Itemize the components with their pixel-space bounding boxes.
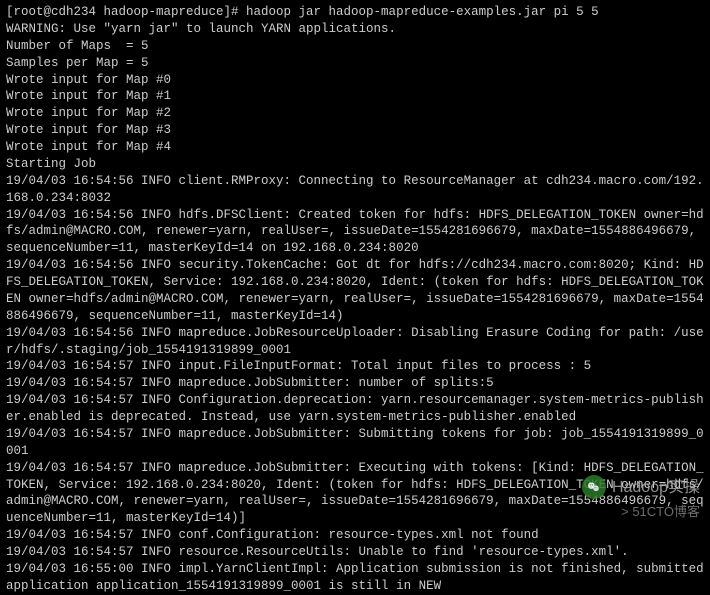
terminal-line: [root@cdh234 hadoop-mapreduce]# hadoop j… <box>6 4 704 21</box>
terminal-line: Wrote input for Map #0 <box>6 72 704 89</box>
terminal-line: Wrote input for Map #3 <box>6 122 704 139</box>
terminal-line: 19/04/03 16:54:56 INFO client.RMProxy: C… <box>6 173 704 207</box>
terminal-line: Wrote input for Map #4 <box>6 139 704 156</box>
terminal-line: 19/04/03 16:54:56 INFO mapreduce.JobReso… <box>6 325 704 359</box>
terminal-line: 19/04/03 16:54:57 INFO conf.Configuratio… <box>6 527 704 544</box>
terminal-line: 19/04/03 16:54:57 INFO mapreduce.JobSubm… <box>6 375 704 392</box>
terminal-output: [root@cdh234 hadoop-mapreduce]# hadoop j… <box>6 4 704 595</box>
terminal-line: Number of Maps = 5 <box>6 38 704 55</box>
terminal-line: 19/04/03 16:54:57 INFO mapreduce.JobSubm… <box>6 460 704 528</box>
terminal-line: Wrote input for Map #1 <box>6 88 704 105</box>
terminal-line: 19/04/03 16:54:57 INFO input.FileInputFo… <box>6 358 704 375</box>
terminal-line: 19/04/03 16:54:57 INFO resource.Resource… <box>6 544 704 561</box>
terminal-line: 19/04/03 16:55:00 INFO impl.YarnClientIm… <box>6 561 704 595</box>
terminal-line: WARNING: Use "yarn jar" to launch YARN a… <box>6 21 704 38</box>
terminal-line: 19/04/03 16:54:57 INFO mapreduce.JobSubm… <box>6 426 704 460</box>
terminal-line: 19/04/03 16:54:56 INFO hdfs.DFSClient: C… <box>6 207 704 258</box>
terminal-line: Samples per Map = 5 <box>6 55 704 72</box>
terminal-line: Wrote input for Map #2 <box>6 105 704 122</box>
terminal-line: 19/04/03 16:54:56 INFO security.TokenCac… <box>6 257 704 325</box>
terminal-line: 19/04/03 16:54:57 INFO Configuration.dep… <box>6 392 704 426</box>
terminal-line: Starting Job <box>6 156 704 173</box>
